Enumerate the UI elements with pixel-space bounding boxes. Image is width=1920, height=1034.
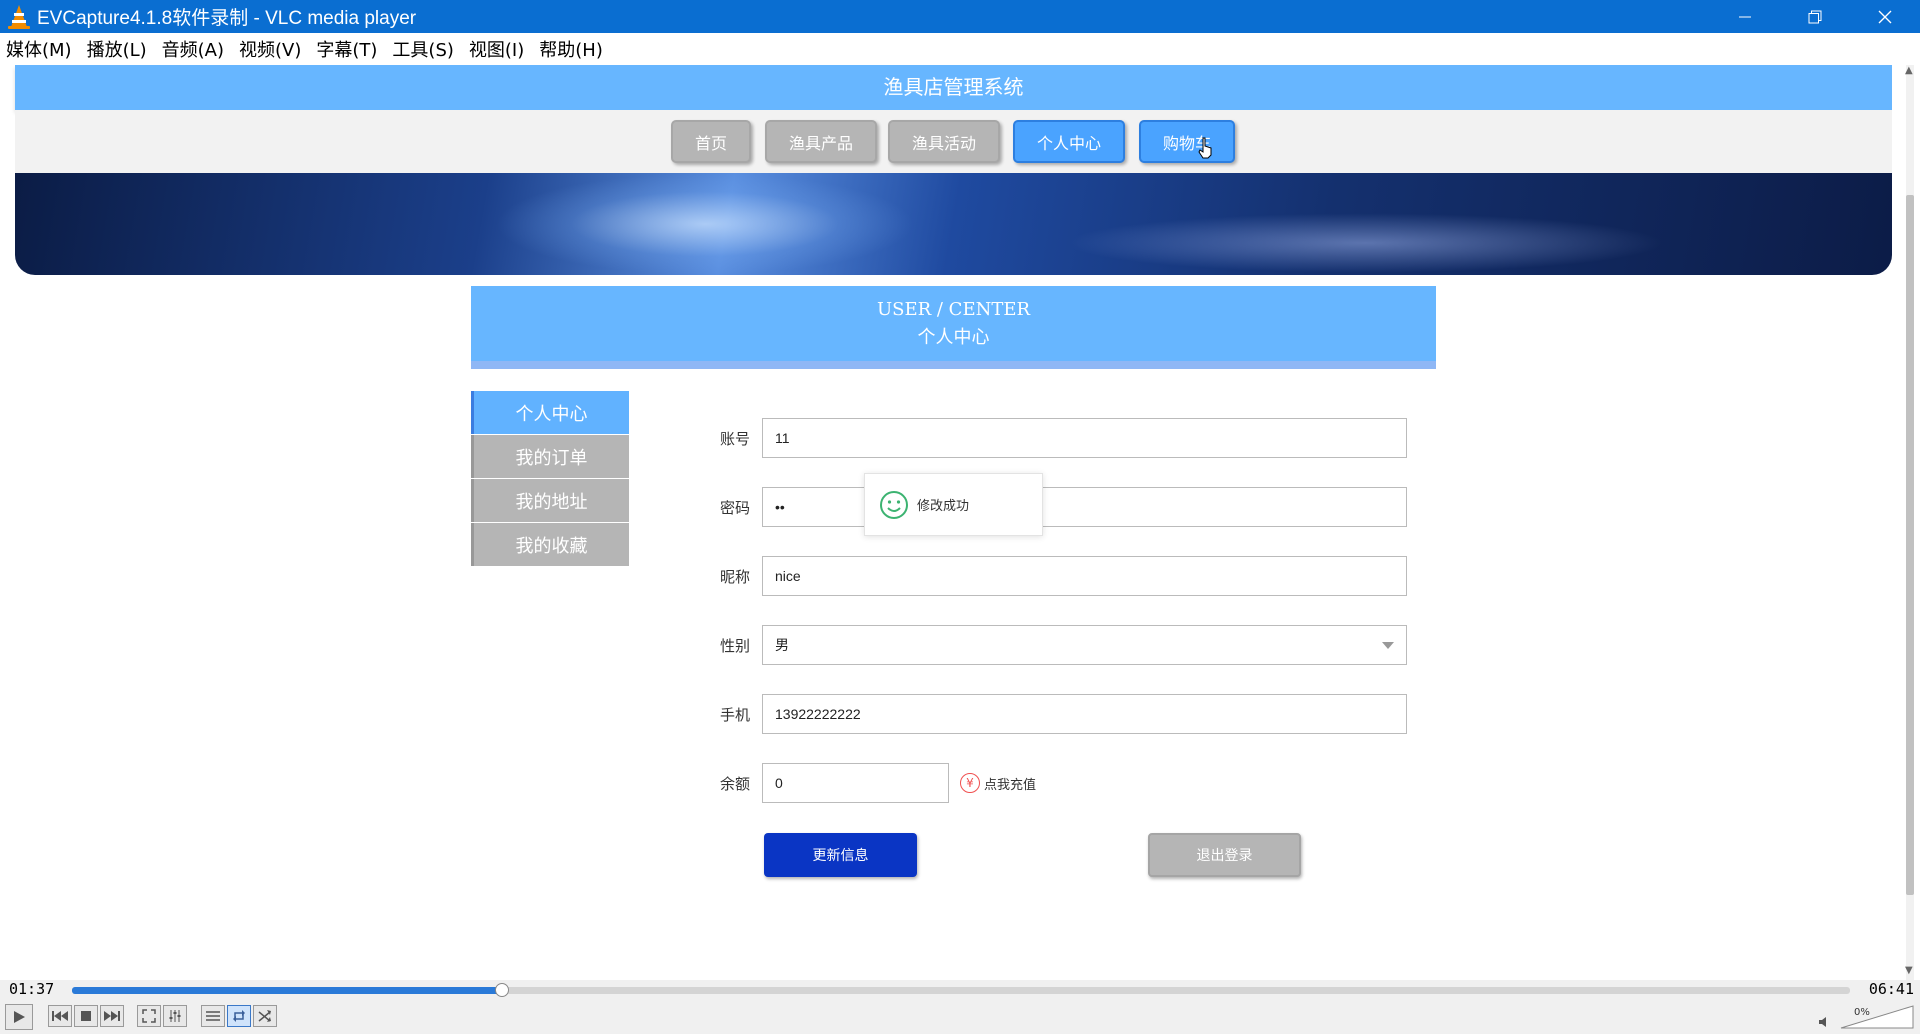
window-titlebar: EVCapture4.1.8软件录制 - VLC media player xyxy=(0,0,1920,33)
nav-cart[interactable]: 购物车 xyxy=(1139,120,1235,163)
toast-message: 修改成功 xyxy=(917,499,970,514)
restore-button[interactable] xyxy=(1780,0,1850,33)
video-area[interactable]: 渔具店管理系统 首页 渔具产品 渔具活动 个人中心 购物车 USER / CEN… xyxy=(0,65,1920,980)
seek-bar[interactable] xyxy=(72,983,1850,997)
section-title-cn: 个人中心 xyxy=(917,327,990,348)
minimize-icon xyxy=(1739,16,1751,17)
nav-products[interactable]: 渔具产品 xyxy=(765,120,877,163)
yen-icon: ¥ xyxy=(960,773,980,793)
balance-label: 余额 xyxy=(720,775,751,793)
menu-video[interactable]: 视频(V) xyxy=(239,36,301,62)
next-icon xyxy=(104,1011,120,1021)
playlist-button[interactable] xyxy=(201,1005,225,1027)
volume-slider[interactable] xyxy=(1840,1005,1914,1029)
account-label: 账号 xyxy=(720,430,751,448)
section-title-en: USER / CENTER xyxy=(876,299,1031,320)
password-label: 密码 xyxy=(720,499,751,517)
total-time: 06:41 xyxy=(1868,980,1914,998)
shuffle-button[interactable] xyxy=(253,1005,277,1027)
speaker-icon[interactable] xyxy=(1818,1016,1832,1028)
fullscreen-icon xyxy=(142,1009,156,1023)
scroll-down-icon[interactable]: ▼ xyxy=(1905,965,1913,976)
gender-selected-value: 男 xyxy=(775,637,789,653)
menu-playback[interactable]: 播放(L) xyxy=(87,36,147,62)
page-scrollbar[interactable]: ▲ ▼ xyxy=(1892,65,1920,980)
minimize-button[interactable] xyxy=(1710,0,1780,33)
recharge-link[interactable]: ¥ 点我充值 xyxy=(960,773,1036,793)
nav-home[interactable]: 首页 xyxy=(671,120,751,163)
sidebar-item-orders[interactable]: 我的订单 xyxy=(471,435,629,478)
password-input[interactable]: •• xyxy=(762,487,1407,527)
sidebar-item-address[interactable]: 我的地址 xyxy=(471,479,629,522)
gender-select[interactable]: 男 xyxy=(762,625,1407,665)
extended-settings-button[interactable] xyxy=(163,1005,187,1027)
fullscreen-button[interactable] xyxy=(137,1005,161,1027)
play-icon xyxy=(14,1011,25,1023)
menu-help[interactable]: 帮助(H) xyxy=(539,36,603,62)
window-title: EVCapture4.1.8软件录制 - VLC media player xyxy=(37,8,417,29)
volume-level: 0% xyxy=(1854,1007,1870,1018)
loop-icon xyxy=(233,1010,245,1022)
section-header: USER / CENTER 个人中心 xyxy=(471,286,1436,369)
nickname-label: 昵称 xyxy=(720,568,751,586)
shuffle-icon xyxy=(258,1010,271,1022)
menu-view[interactable]: 视图(I) xyxy=(469,36,524,62)
nickname-input[interactable]: nice xyxy=(762,556,1407,596)
menu-bar: 媒体(M) 播放(L) 音频(A) 视频(V) 字幕(T) 工具(S) 视图(I… xyxy=(0,33,1920,65)
menu-audio[interactable]: 音频(A) xyxy=(162,36,224,62)
menu-subtitle[interactable]: 字幕(T) xyxy=(316,36,377,62)
close-icon xyxy=(1878,10,1892,23)
banner-image xyxy=(15,173,1892,275)
previous-button[interactable] xyxy=(48,1005,72,1027)
scroll-up-icon[interactable]: ▲ xyxy=(1905,65,1913,76)
balance-input[interactable]: 0 xyxy=(762,763,949,803)
success-toast: 修改成功 xyxy=(864,473,1043,536)
gender-label: 性别 xyxy=(720,637,751,655)
elapsed-time: 01:37 xyxy=(9,980,55,998)
menu-tools[interactable]: 工具(S) xyxy=(392,36,453,62)
equalizer-icon xyxy=(169,1010,181,1022)
nav-user-center[interactable]: 个人中心 xyxy=(1013,120,1125,163)
menu-media[interactable]: 媒体(M) xyxy=(6,36,72,62)
play-button[interactable] xyxy=(5,1004,33,1030)
phone-label: 手机 xyxy=(720,706,751,724)
nav-activities[interactable]: 渔具活动 xyxy=(888,120,1000,163)
sidebar-item-user-center[interactable]: 个人中心 xyxy=(471,391,629,434)
account-input[interactable]: 11 xyxy=(762,418,1407,458)
smile-icon xyxy=(880,490,908,519)
close-button[interactable] xyxy=(1850,0,1920,33)
update-info-button[interactable]: 更新信息 xyxy=(764,833,917,877)
site-title: 渔具店管理系统 xyxy=(15,65,1892,110)
vlc-cone-icon xyxy=(8,4,30,29)
logout-button[interactable]: 退出登录 xyxy=(1148,833,1301,877)
recharge-label: 点我充值 xyxy=(984,777,1037,793)
scrollbar-thumb[interactable] xyxy=(1906,195,1914,895)
mouse-cursor-icon xyxy=(1198,137,1212,159)
user-sidebar: 个人中心 我的订单 我的地址 我的收藏 xyxy=(471,391,629,567)
playlist-icon xyxy=(206,1011,220,1021)
chevron-down-icon xyxy=(1382,642,1394,649)
stop-button[interactable] xyxy=(74,1005,98,1027)
stop-icon xyxy=(81,1011,91,1021)
site-nav: 首页 渔具产品 渔具活动 个人中心 购物车 xyxy=(0,120,1920,163)
seek-handle[interactable] xyxy=(495,983,510,997)
restore-icon xyxy=(1808,10,1822,23)
seek-progress xyxy=(72,987,503,994)
previous-icon xyxy=(52,1011,68,1021)
next-button[interactable] xyxy=(100,1005,124,1027)
phone-input[interactable]: 13922222222 xyxy=(762,694,1407,734)
player-controls: 01:37 06:41 0% xyxy=(0,980,1920,1034)
loop-button[interactable] xyxy=(227,1005,251,1027)
sidebar-item-favorites[interactable]: 我的收藏 xyxy=(471,523,629,566)
